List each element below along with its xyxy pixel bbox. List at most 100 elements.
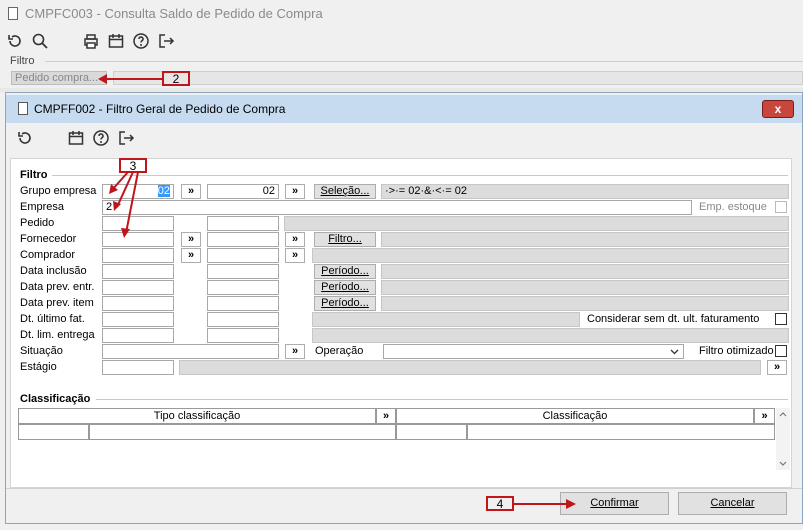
data-inclusao-period-value — [381, 264, 789, 279]
periodo-label: Período... — [321, 297, 369, 309]
tipo-classificacao-header[interactable]: Tipo classificação — [18, 408, 376, 424]
pedido-compra-button[interactable]: Pedido compra... — [11, 71, 107, 85]
comprador-to-lookup-button[interactable]: » — [285, 248, 305, 263]
background-window-title: CMPFC003 - Consulta Saldo de Pedido de C… — [25, 6, 323, 21]
chevron-down-icon — [670, 345, 679, 358]
annotation-arrows-3 — [109, 171, 139, 238]
table-scrollbar[interactable] — [776, 408, 790, 470]
data-prev-entr-to-input[interactable] — [207, 280, 279, 295]
dt-ultimo-fat-from-input[interactable] — [102, 312, 174, 327]
close-button[interactable]: x — [762, 100, 794, 118]
dt-lim-entrega-label: Dt. lim. entrega — [20, 329, 95, 341]
calendar-icon[interactable] — [67, 129, 85, 147]
fornecedor-to-lookup-button[interactable]: » — [285, 232, 305, 247]
comprador-from-lookup-button[interactable]: » — [181, 248, 201, 263]
comprador-from-input[interactable] — [102, 248, 174, 263]
annotation-box-4: 4 — [486, 496, 514, 511]
document-icon — [8, 7, 18, 20]
empresa-label: Empresa — [20, 201, 65, 213]
grupo-empresa-label: Grupo empresa — [20, 185, 97, 197]
pedido-readonly-field — [284, 216, 789, 231]
empresa-input[interactable]: 2 — [102, 200, 692, 215]
dt-lim-entrega-from-input[interactable] — [102, 328, 174, 343]
table-cell[interactable] — [18, 424, 89, 440]
fornecedor-filtro-button[interactable]: Filtro... — [314, 232, 376, 247]
classification-group-label: Classificação — [20, 393, 91, 405]
selecao-button-label: Seleção... — [320, 185, 370, 197]
estagio-label: Estágio — [20, 361, 57, 373]
grupo-empresa-to-input[interactable]: 02 — [207, 184, 279, 199]
situacao-input[interactable] — [102, 344, 279, 359]
scroll-arrows-icon — [779, 412, 787, 466]
fornecedor-filtro-label: Filtro... — [328, 233, 362, 245]
pedido-label: Pedido — [20, 217, 55, 229]
data-prev-item-from-input[interactable] — [102, 296, 174, 311]
divider — [6, 488, 802, 489]
calendar-icon[interactable] — [107, 32, 125, 50]
table-cell[interactable] — [396, 424, 467, 440]
exit-icon[interactable] — [117, 129, 135, 147]
considerar-checkbox[interactable] — [775, 313, 787, 325]
dt-ultimo-fat-readonly-field — [312, 312, 580, 327]
refresh-icon[interactable] — [16, 129, 34, 147]
comprador-readonly-field — [312, 248, 789, 263]
tipo-classificacao-lookup-button[interactable]: » — [376, 408, 396, 424]
document-icon — [18, 102, 28, 115]
data-prev-entr-period-value — [381, 280, 789, 295]
selecao-value: ·>·= 02·&·<·= 02 — [381, 184, 789, 199]
data-prev-entr-periodo-button[interactable]: Período... — [314, 280, 376, 295]
grupo-empresa-from-lookup-button[interactable]: » — [181, 184, 201, 199]
divider — [45, 61, 803, 62]
dialog-title: CMPFF002 - Filtro Geral de Pedido de Com… — [34, 102, 286, 116]
exit-icon[interactable] — [157, 32, 175, 50]
estagio-lookup-button[interactable]: » — [767, 360, 787, 375]
fornecedor-to-input[interactable] — [207, 232, 279, 247]
emp-estoque-checkbox[interactable] — [775, 201, 787, 213]
periodo-label: Período... — [321, 281, 369, 293]
data-prev-item-label: Data prev. item — [20, 297, 94, 309]
cancel-button-label: Cancelar — [710, 497, 755, 509]
comprador-label: Comprador — [20, 249, 76, 261]
table-cell[interactable] — [89, 424, 396, 440]
dt-lim-entrega-readonly-field — [312, 328, 789, 343]
data-inclusao-from-input[interactable] — [102, 264, 174, 279]
situacao-label: Situação — [20, 345, 63, 357]
pedido-compra-field — [113, 71, 803, 85]
fornecedor-from-lookup-button[interactable]: » — [181, 232, 201, 247]
data-inclusao-to-input[interactable] — [207, 264, 279, 279]
filtro-otimizado-checkbox[interactable] — [775, 345, 787, 357]
help-icon[interactable] — [132, 32, 150, 50]
classificacao-header[interactable]: Classificação — [396, 408, 754, 424]
operacao-select[interactable] — [383, 344, 684, 359]
data-prev-entr-label: Data prev. entr. — [20, 281, 95, 293]
filtro-otimizado-label: Filtro otimizado — [699, 345, 774, 357]
data-prev-item-periodo-button[interactable]: Período... — [314, 296, 376, 311]
data-prev-entr-from-input[interactable] — [102, 280, 174, 295]
help-icon[interactable] — [92, 129, 110, 147]
selecao-button[interactable]: Seleção... — [314, 184, 376, 199]
dialog-toolbar — [6, 126, 802, 152]
background-filter-label: Filtro — [10, 55, 35, 67]
classificacao-lookup-button[interactable]: » — [754, 408, 775, 424]
close-icon: x — [774, 102, 782, 116]
dt-ultimo-fat-label: Dt. último fat. — [20, 313, 85, 325]
dt-ultimo-fat-to-input[interactable] — [207, 312, 279, 327]
cancel-button[interactable]: Cancelar — [678, 492, 787, 515]
data-prev-item-to-input[interactable] — [207, 296, 279, 311]
estagio-readonly-field — [179, 360, 761, 375]
refresh-icon[interactable] — [6, 32, 24, 50]
grupo-empresa-to-lookup-button[interactable]: » — [285, 184, 305, 199]
comprador-to-input[interactable] — [207, 248, 279, 263]
considerar-label: Considerar sem dt. ult. faturamento — [587, 313, 760, 325]
dt-lim-entrega-to-input[interactable] — [207, 328, 279, 343]
table-cell[interactable] — [467, 424, 775, 440]
dialog-titlebar: CMPFF002 - Filtro Geral de Pedido de Com… — [6, 95, 802, 123]
search-icon[interactable] — [31, 32, 49, 50]
print-icon[interactable] — [82, 32, 100, 50]
pedido-to-input[interactable] — [207, 216, 279, 231]
estagio-input[interactable] — [102, 360, 174, 375]
background-toolbar — [0, 30, 803, 54]
data-inclusao-periodo-button[interactable]: Período... — [314, 264, 376, 279]
situacao-lookup-button[interactable]: » — [285, 344, 305, 359]
annotation-arrow-4 — [514, 499, 576, 509]
